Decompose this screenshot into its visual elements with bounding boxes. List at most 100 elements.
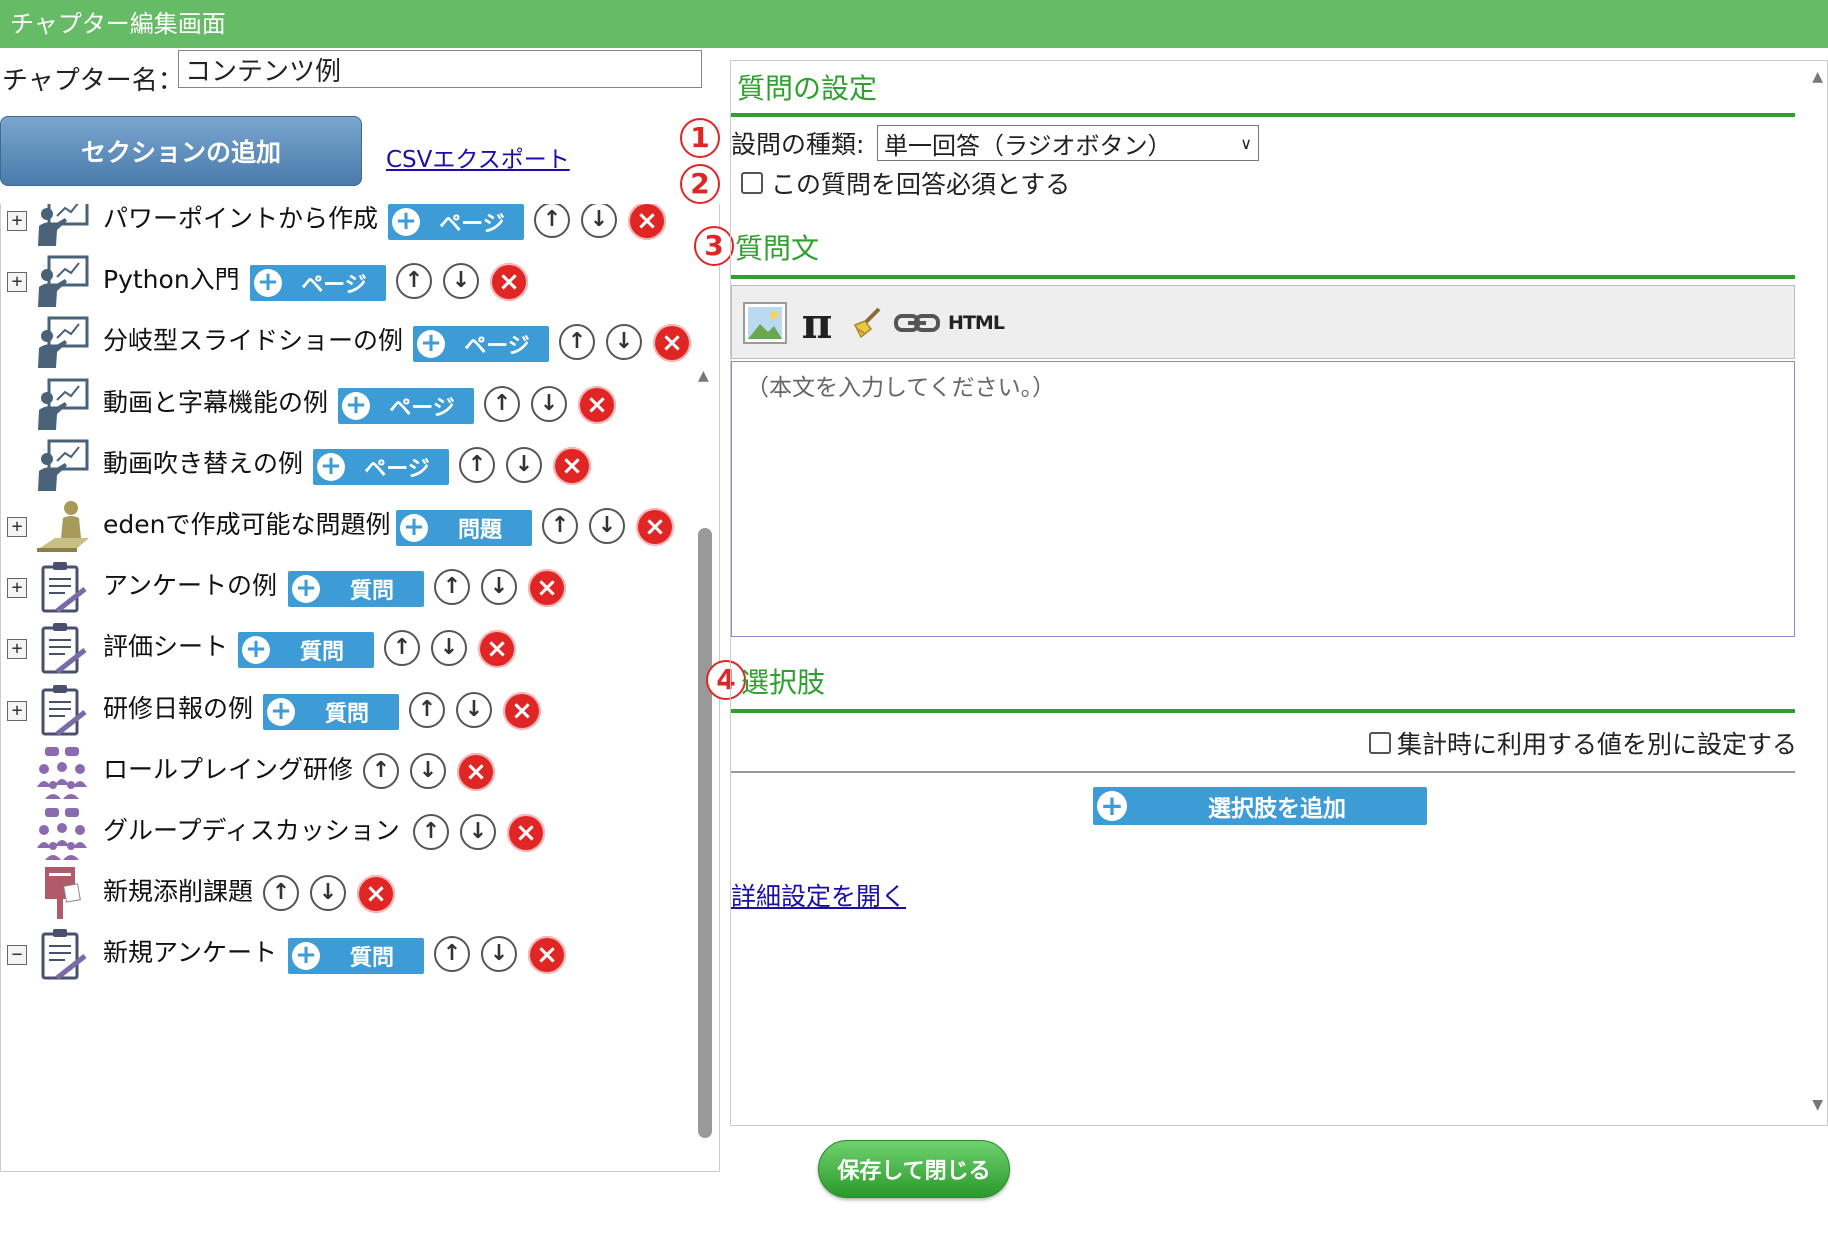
delete-x-icon[interactable]: × [503,691,541,730]
delete-x-icon[interactable]: × [478,630,516,669]
move-down-arrow-icon[interactable]: ↓ [456,691,492,728]
add-child-button[interactable]: + 質問 [288,571,424,608]
advanced-settings-link[interactable]: 詳細設定を開く [731,877,906,913]
tree-item-label[interactable]: 評価シート [103,630,228,664]
plus-icon: + [242,636,270,665]
move-up-arrow-icon[interactable]: ↑ [434,569,470,606]
plus-icon: + [317,452,345,481]
add-choice-button[interactable]: + 選択肢を追加 [1093,787,1427,825]
right-scroll-up-arrow-icon[interactable]: ▲ [1812,69,1823,85]
move-up-arrow-icon[interactable]: ↑ [363,752,399,789]
delete-x-icon[interactable]: × [528,569,566,608]
aggregate-value-checkbox[interactable] [1368,732,1391,754]
move-down-arrow-icon[interactable]: ↓ [481,936,517,973]
link-chain-icon[interactable] [894,300,940,346]
chapter-tree[interactable]: + パワーポイントから作成 + ページ ↑ ↓ × + Python入門 + ページ ↑ ↓ × 分岐型スラ… [0,204,720,1172]
move-up-arrow-icon[interactable]: ↑ [384,630,420,667]
chapter-name-input[interactable] [178,50,702,88]
tree-vertical-scroll-thumb[interactable] [698,528,712,1138]
add-section-button[interactable]: セクションの追加 [0,116,362,186]
move-up-arrow-icon[interactable]: ↑ [484,385,520,422]
add-child-button[interactable]: + 問題 [396,510,532,546]
tree-item-label[interactable]: グループディスカッション [103,814,400,848]
delete-x-icon[interactable]: × [528,936,566,975]
tree-item-label[interactable]: 動画吹き替えの例 [103,447,303,481]
csv-export-link[interactable]: CSVエクスポート [386,140,570,174]
move-up-arrow-icon[interactable]: ↑ [413,814,449,850]
expand-icon[interactable]: + [7,517,27,537]
add-child-button[interactable]: + 質問 [238,632,374,669]
tree-item-label[interactable]: 新規添削課題 [103,875,253,909]
move-down-arrow-icon[interactable]: ↓ [581,204,617,238]
add-child-button[interactable]: + 質問 [288,938,424,975]
expand-icon[interactable]: + [7,578,27,599]
delete-x-icon[interactable]: × [553,446,591,485]
tree-item-label[interactable]: 動画と字幕機能の例 [103,386,328,420]
move-down-arrow-icon[interactable]: ↓ [531,385,567,422]
right-scroll-down-arrow-icon[interactable]: ▼ [1812,1097,1823,1113]
move-down-arrow-icon[interactable]: ↓ [443,263,479,300]
plus-icon: + [417,330,445,359]
clipboard-icon [35,682,91,738]
add-child-button[interactable]: + 質問 [263,693,399,730]
move-up-arrow-icon[interactable]: ↑ [542,508,578,544]
move-up-arrow-icon[interactable]: ↑ [396,263,432,300]
delete-x-icon[interactable]: × [653,324,691,363]
move-down-arrow-icon[interactable]: ↓ [606,324,642,361]
delete-x-icon[interactable]: × [507,814,545,852]
tree-vertical-scrollbar[interactable]: ▲ ▼ [695,368,715,1171]
html-source-button[interactable]: HTML [946,300,1006,346]
expand-icon[interactable]: + [7,211,27,231]
expand-icon[interactable]: + [7,272,27,293]
move-down-arrow-icon[interactable]: ↓ [410,752,446,789]
move-up-arrow-icon[interactable]: ↑ [434,936,470,973]
save-and-close-button[interactable]: 保存して閉じる [818,1140,1010,1198]
delete-x-icon[interactable]: × [628,204,666,240]
delete-x-icon[interactable]: × [357,875,395,914]
move-up-arrow-icon[interactable]: ↑ [559,324,595,361]
scroll-up-arrow-icon[interactable]: ▲ [698,368,709,384]
tree-item-label[interactable]: edenで作成可能な問題例 [103,508,390,542]
tree-item-label[interactable]: ロールプレイング研修 [103,753,353,787]
question-type-select[interactable]: 単一回答（ラジオボタン） ∨ [877,125,1259,161]
move-down-arrow-icon[interactable]: ↓ [460,814,496,850]
add-child-button[interactable]: + ページ [313,448,449,485]
chapter-name-label: チャプター名： [2,65,184,96]
move-down-arrow-icon[interactable]: ↓ [431,630,467,667]
presenter-icon [35,253,91,309]
move-up-arrow-icon[interactable]: ↑ [459,446,495,483]
add-child-button[interactable]: + ページ [250,265,386,302]
move-down-arrow-icon[interactable]: ↓ [310,875,346,912]
question-text-heading: 質問文 [735,232,820,265]
delete-x-icon[interactable]: × [578,385,616,424]
move-down-arrow-icon[interactable]: ↓ [589,508,625,544]
math-pi-icon[interactable]: π [794,299,840,348]
expand-icon[interactable]: + [7,639,27,660]
tree-item-label[interactable]: アンケートの例 [103,569,277,603]
tree-item-label[interactable]: 新規アンケート [103,936,277,970]
add-child-button[interactable]: + ページ [388,204,524,240]
move-up-arrow-icon[interactable]: ↑ [263,875,299,912]
delete-x-icon[interactable]: × [636,508,674,546]
add-child-button[interactable]: + ページ [338,387,474,424]
clean-format-broom-icon[interactable] [844,300,890,346]
delete-x-icon[interactable]: × [457,752,495,791]
plus-icon: + [254,269,282,298]
chevron-down-icon: ∨ [1240,133,1252,153]
move-up-arrow-icon[interactable]: ↑ [409,691,445,728]
collapse-icon[interactable]: − [7,945,27,966]
tree-item-label[interactable]: パワーポイントから作成 [103,204,378,236]
move-down-arrow-icon[interactable]: ↓ [506,446,542,483]
insert-image-icon[interactable] [742,300,788,346]
required-checkbox[interactable] [741,172,763,194]
expand-icon[interactable]: + [7,700,27,721]
move-up-arrow-icon[interactable]: ↑ [534,204,570,238]
question-text-editor[interactable]: （本文を入力してください。） [731,361,1795,637]
tree-item-label[interactable]: Python入門 [103,263,240,297]
tree-item-label[interactable]: 研修日報の例 [103,692,253,726]
move-down-arrow-icon[interactable]: ↓ [481,569,517,606]
add-child-button[interactable]: + ページ [413,326,549,363]
tree-item-label[interactable]: 分岐型スライドショーの例 [103,324,403,358]
delete-x-icon[interactable]: × [490,263,528,302]
clipboard-icon [35,559,91,615]
